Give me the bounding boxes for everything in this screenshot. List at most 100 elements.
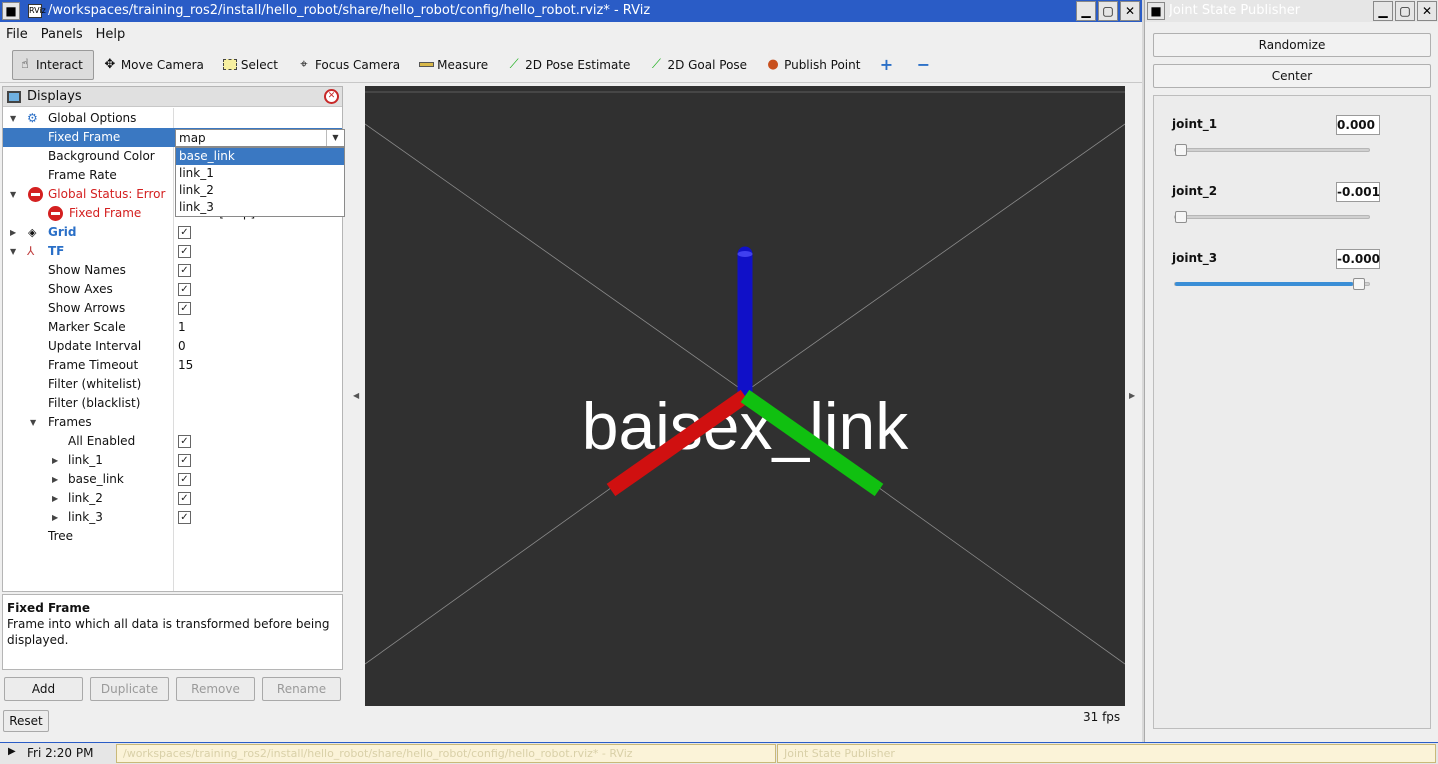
base-link-checkbox[interactable]: ✓ [178, 473, 191, 486]
show-names-checkbox[interactable]: ✓ [178, 264, 191, 277]
select-box-icon [222, 57, 238, 73]
taskbar-item-rviz[interactable]: /workspaces/training_ros2/install/hello_… [116, 744, 776, 763]
minimize-button[interactable]: ▁ [1373, 1, 1393, 21]
tf-label: TF [48, 244, 65, 258]
menu-help[interactable]: Help [96, 27, 126, 42]
jsp-titlebar[interactable]: ■ Joint State Publisher ▁ ▢ ✕ [1145, 0, 1438, 22]
collapse-arrow-icon[interactable]: ▶ [52, 470, 58, 489]
window-menu-button[interactable]: ■ [1147, 2, 1165, 20]
rename-button[interactable]: Rename [262, 677, 341, 701]
tree-row-link-2[interactable]: ▶ link_2 ✓ [3, 489, 342, 508]
tf-axes-icon: ⅄ [27, 244, 35, 258]
show-arrows-checkbox[interactable]: ✓ [178, 302, 191, 315]
link-3-checkbox[interactable]: ✓ [178, 511, 191, 524]
expand-arrow-icon[interactable]: ▼ [30, 413, 36, 432]
joint-3-value[interactable]: -0.000 [1336, 249, 1380, 269]
close-button[interactable]: ✕ [1417, 1, 1437, 21]
chevron-down-icon[interactable]: ▼ [326, 130, 344, 146]
measure-tool[interactable]: Measure [414, 50, 498, 80]
tree-row-link-1[interactable]: ▶ link_1 ✓ [3, 451, 342, 470]
add-tool-button[interactable]: + [874, 50, 907, 80]
joint-1-slider-handle[interactable] [1175, 144, 1187, 156]
remove-tool-button[interactable]: − [911, 50, 944, 80]
tree-row-base-link[interactable]: ▶ base_link ✓ [3, 470, 342, 489]
tree-row-tree[interactable]: Tree [3, 527, 342, 546]
collapse-arrow-icon[interactable]: ▶ [52, 451, 58, 470]
focus-camera-tool[interactable]: ⌖ Focus Camera [292, 50, 410, 80]
remove-button[interactable]: Remove [176, 677, 255, 701]
expand-arrow-icon[interactable]: ▼ [10, 242, 16, 261]
fixed-frame-dropdown-list: base_link link_1 link_2 link_3 [175, 147, 345, 217]
interact-tool[interactable]: ☝ Interact [12, 49, 94, 80]
tree-row-show-names[interactable]: Show Names ✓ [3, 261, 342, 280]
left-splitter-arrow-icon[interactable]: ◀ [353, 391, 359, 400]
pose-estimate-tool[interactable]: ⟋ 2D Pose Estimate [502, 50, 640, 80]
tree-row-tf[interactable]: ▼ ⅄ TF ✓ [3, 242, 342, 261]
joint-3-slider[interactable] [1174, 278, 1370, 290]
tree-row-grid[interactable]: ▶ ◈ Grid ✓ [3, 223, 342, 242]
start-menu-icon[interactable]: ▶ [8, 746, 16, 757]
expand-arrow-icon[interactable]: ▼ [10, 109, 16, 128]
maximize-button[interactable]: ▢ [1395, 1, 1415, 21]
publish-point-tool[interactable]: ● Publish Point [761, 50, 870, 80]
tree-row-frame-timeout[interactable]: Frame Timeout 15 [3, 356, 342, 375]
joint-2-slider-handle[interactable] [1175, 211, 1187, 223]
menu-panels[interactable]: Panels [41, 27, 83, 42]
move-camera-label: Move Camera [120, 57, 204, 72]
collapse-arrow-icon[interactable]: ▶ [10, 223, 16, 242]
close-panel-icon[interactable]: ✕ [324, 89, 339, 104]
link-2-checkbox[interactable]: ✓ [178, 492, 191, 505]
taskbar-item-jsp[interactable]: Joint State Publisher [777, 744, 1436, 763]
dropdown-option[interactable]: link_3 [176, 199, 344, 216]
tree-row-update-interval[interactable]: Update Interval 0 [3, 337, 342, 356]
add-button[interactable]: Add [4, 677, 83, 701]
tree-row-filter-whitelist[interactable]: Filter (whitelist) [3, 375, 342, 394]
update-interval-value[interactable]: 0 [178, 337, 186, 356]
right-splitter-arrow-icon[interactable]: ▶ [1129, 391, 1135, 400]
marker-scale-value[interactable]: 1 [178, 318, 186, 337]
fixed-frame-combobox[interactable]: map ▼ [175, 129, 345, 147]
tree-row-filter-blacklist[interactable]: Filter (blacklist) [3, 394, 342, 413]
collapse-arrow-icon[interactable]: ▶ [52, 489, 58, 508]
center-button[interactable]: Center [1153, 64, 1431, 88]
tree-row-global-options[interactable]: ▼ ⚙ Global Options [3, 109, 342, 128]
joint-2-value[interactable]: -0.001 [1336, 182, 1380, 202]
maximize-button[interactable]: ▢ [1098, 1, 1118, 21]
link-1-checkbox[interactable]: ✓ [178, 454, 191, 467]
render-canvas[interactable]: baisex_link [365, 86, 1125, 706]
tree-row-frames[interactable]: ▼ Frames [3, 413, 342, 432]
joint-1-slider[interactable] [1174, 144, 1370, 156]
tree-row-all-enabled[interactable]: All Enabled ✓ [3, 432, 342, 451]
dropdown-option[interactable]: link_1 [176, 165, 344, 182]
goal-pose-tool[interactable]: ⟋ 2D Goal Pose [644, 50, 757, 80]
move-camera-tool[interactable]: ✥ Move Camera [98, 50, 214, 80]
minimize-button[interactable]: ▁ [1076, 1, 1096, 21]
joint-1-value[interactable]: 0.000 [1336, 115, 1380, 135]
grid-checkbox[interactable]: ✓ [178, 226, 191, 239]
dropdown-option[interactable]: link_2 [176, 182, 344, 199]
rviz-titlebar[interactable]: ■ RViz /workspaces/training_ros2/install… [0, 0, 1142, 22]
tree-row-link-3[interactable]: ▶ link_3 ✓ [3, 508, 342, 527]
reset-button[interactable]: Reset [3, 710, 49, 732]
tree-row-show-axes[interactable]: Show Axes ✓ [3, 280, 342, 299]
description-text: Frame into which all data is transformed… [7, 617, 330, 647]
select-tool[interactable]: Select [218, 50, 288, 80]
show-axes-checkbox[interactable]: ✓ [178, 283, 191, 296]
tf-checkbox[interactable]: ✓ [178, 245, 191, 258]
show-arrows-label: Show Arrows [48, 301, 126, 315]
tree-row-marker-scale[interactable]: Marker Scale 1 [3, 318, 342, 337]
all-enabled-checkbox[interactable]: ✓ [178, 435, 191, 448]
close-button[interactable]: ✕ [1120, 1, 1140, 21]
expand-arrow-icon[interactable]: ▼ [10, 185, 16, 204]
menu-file[interactable]: File [6, 27, 28, 42]
window-menu-button[interactable]: ■ [2, 2, 20, 20]
joint-3-slider-handle[interactable] [1353, 278, 1366, 290]
randomize-button[interactable]: Randomize [1153, 33, 1431, 57]
collapse-arrow-icon[interactable]: ▶ [52, 508, 58, 527]
render-view[interactable]: baisex_link [365, 86, 1125, 706]
dropdown-option[interactable]: base_link [176, 148, 344, 165]
tree-row-show-arrows[interactable]: Show Arrows ✓ [3, 299, 342, 318]
frame-timeout-value[interactable]: 15 [178, 356, 193, 375]
joint-2-slider[interactable] [1174, 211, 1370, 223]
duplicate-button[interactable]: Duplicate [90, 677, 169, 701]
